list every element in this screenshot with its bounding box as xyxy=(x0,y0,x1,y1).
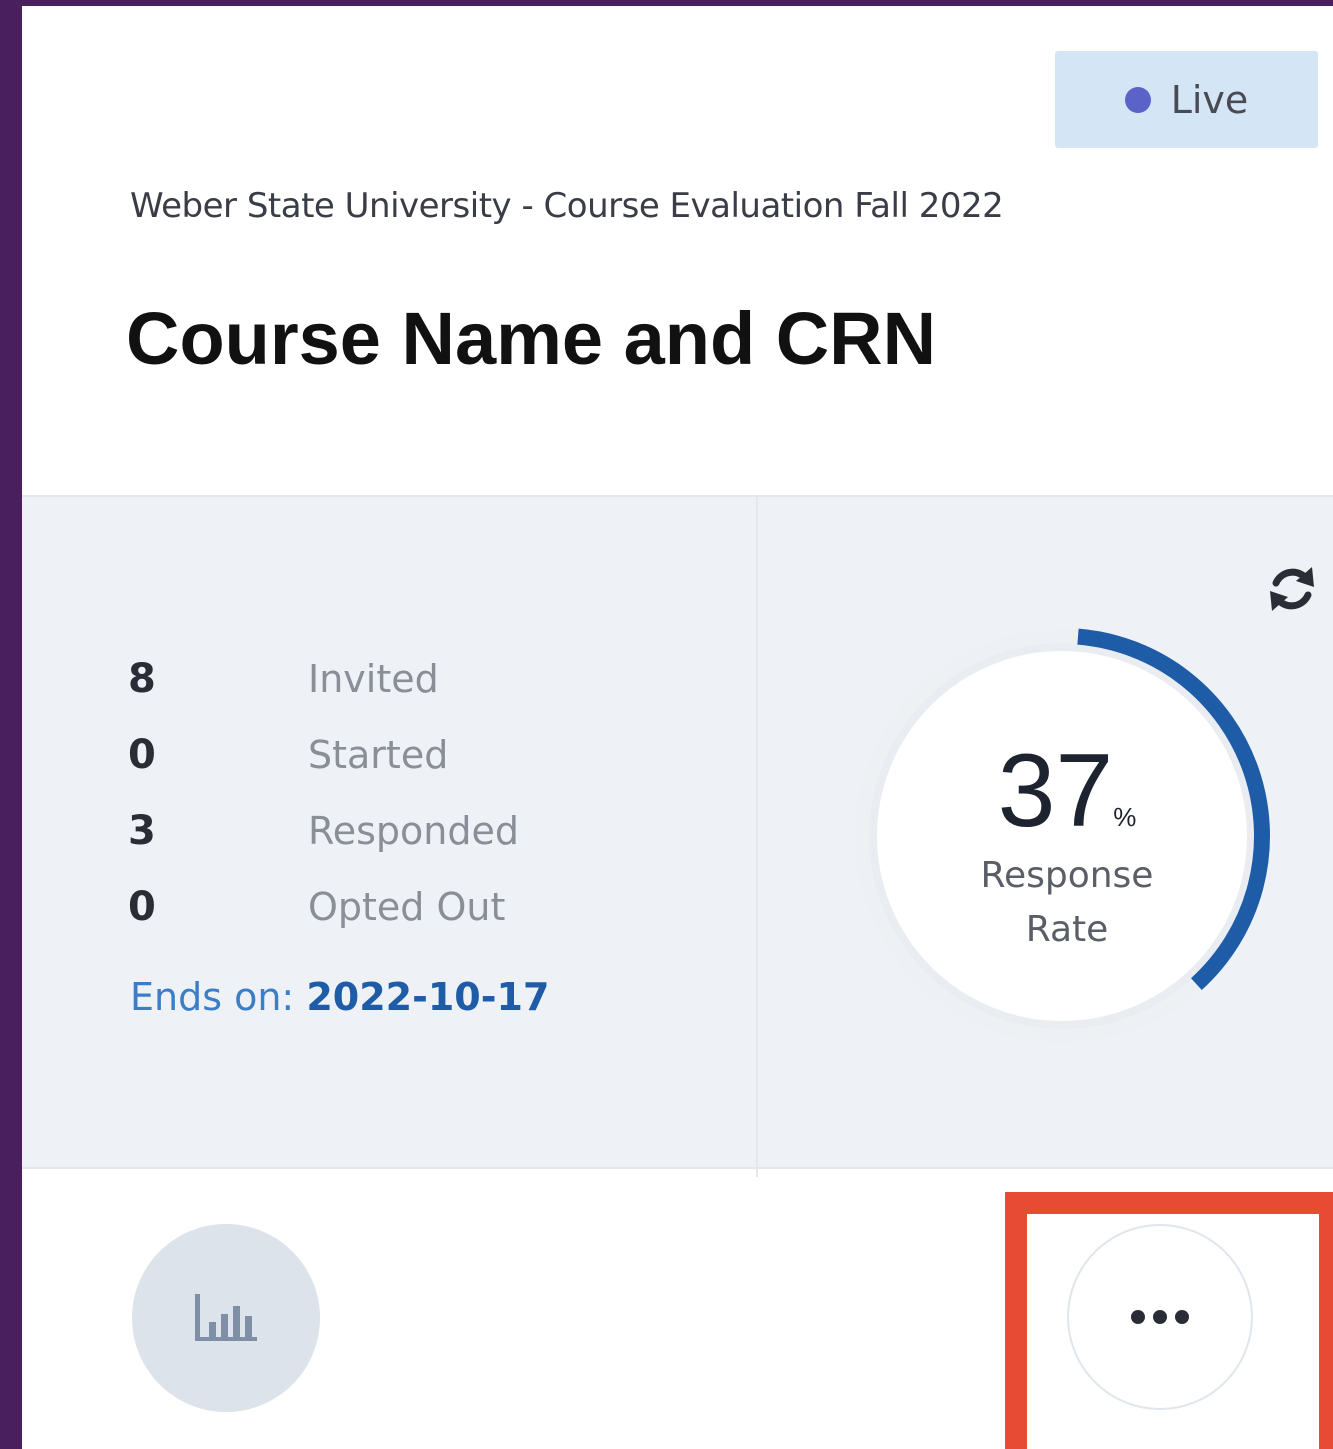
stat-label: Opted Out xyxy=(308,885,506,929)
more-horizontal-icon xyxy=(1131,1310,1189,1324)
more-dot xyxy=(1175,1310,1189,1324)
stat-label: Invited xyxy=(308,657,439,701)
stat-row-invited: 8 Invited xyxy=(128,649,439,709)
response-rate-caption: Response Rate xyxy=(852,849,1282,957)
stat-row-started: 0 Started xyxy=(128,725,448,785)
status-badge: Live xyxy=(1055,51,1318,148)
stats-panel: 8 Invited 0 Started 3 Responded 0 Opted … xyxy=(22,495,1333,1177)
course-title[interactable]: Course Name and CRN xyxy=(126,296,936,381)
more-dot xyxy=(1131,1310,1145,1324)
stat-value: 8 xyxy=(128,656,156,702)
response-rate-gauge: 37% Response Rate xyxy=(852,621,1282,1051)
stat-row-responded: 3 Responded xyxy=(128,801,519,861)
response-rate-caption-line1: Response xyxy=(980,855,1154,896)
refresh-icon[interactable] xyxy=(1262,559,1322,619)
survey-name: Weber State University - Course Evaluati… xyxy=(130,186,1004,226)
response-rate-value: 37% xyxy=(852,739,1282,843)
stat-value: 0 xyxy=(128,732,156,778)
end-date-value: 2022-10-17 xyxy=(306,975,550,1019)
bar-chart-icon xyxy=(195,1294,257,1341)
survey-card: Live Weber State University - Course Eva… xyxy=(22,6,1333,1449)
stat-row-opted-out: 0 Opted Out xyxy=(128,877,505,937)
stat-value: 0 xyxy=(128,884,156,930)
reports-button[interactable] xyxy=(132,1224,320,1412)
status-label: Live xyxy=(1170,77,1249,122)
more-options-button[interactable] xyxy=(1067,1224,1253,1410)
more-dot xyxy=(1153,1310,1167,1324)
stat-label: Responded xyxy=(308,809,519,853)
response-rate-caption-line2: Rate xyxy=(1025,909,1109,950)
panel-divider xyxy=(756,497,758,1177)
end-date: Ends on: 2022-10-17 xyxy=(130,975,549,1019)
stat-value: 3 xyxy=(128,808,156,854)
response-rate-number: 37 xyxy=(997,733,1114,849)
stat-label: Started xyxy=(308,733,449,777)
end-date-label: Ends on: xyxy=(130,975,295,1019)
live-dot-icon xyxy=(1124,86,1151,113)
response-rate-unit: % xyxy=(1113,802,1137,832)
